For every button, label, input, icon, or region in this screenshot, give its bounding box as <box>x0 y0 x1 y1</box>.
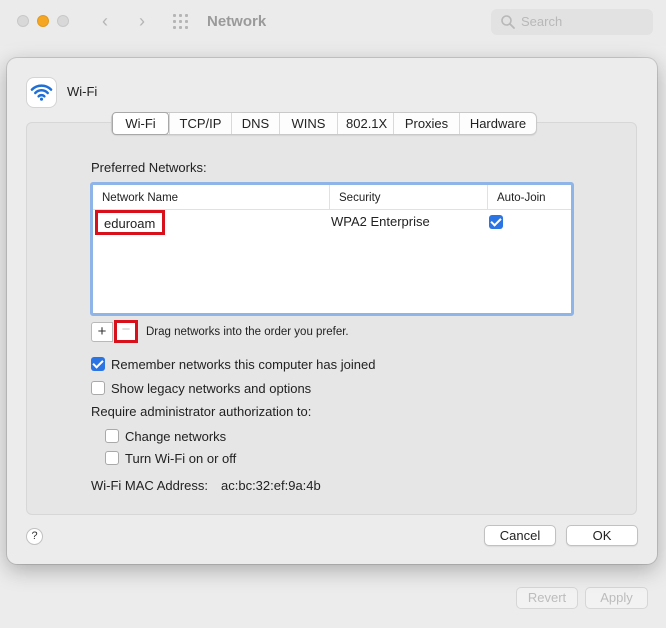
security-cell: WPA2 Enterprise <box>331 214 430 229</box>
close-window-button[interactable] <box>17 15 29 27</box>
column-header-network-name[interactable]: Network Name <box>93 185 329 210</box>
remove-network-button[interactable]: − <box>114 320 138 343</box>
search-icon <box>501 15 515 29</box>
show-legacy-networks-checkbox[interactable]: Show legacy networks and options <box>91 380 311 396</box>
column-header-auto-join[interactable]: Auto-Join <box>487 185 571 210</box>
help-button[interactable]: ? <box>26 528 43 545</box>
title-bar: ‹ › Network Search <box>0 0 666 46</box>
preferred-networks-table[interactable]: Network Name Security Auto-Join eduroam … <box>90 182 574 316</box>
window-title: Network <box>207 13 267 30</box>
add-network-button[interactable]: + <box>91 322 113 342</box>
remember-networks-label: Remember networks this computer has join… <box>111 356 376 372</box>
ok-button[interactable]: OK <box>566 525 638 546</box>
mac-address-label: Wi-Fi MAC Address: <box>91 478 209 493</box>
show-legacy-label: Show legacy networks and options <box>111 380 312 396</box>
tab-wins[interactable]: WINS <box>279 113 337 134</box>
table-row[interactable]: eduroam WPA2 Enterprise <box>93 210 571 235</box>
zoom-window-button[interactable] <box>57 15 69 27</box>
tab-bar: Wi-Fi TCP/IP DNS WINS 802.1X Proxies Har… <box>111 112 537 135</box>
add-remove-buttons: + − <box>91 320 138 343</box>
remember-networks-checkbox[interactable]: Remember networks this computer has join… <box>91 356 375 372</box>
mac-address-value: ac:bc:32:ef:9a:4b <box>221 478 321 493</box>
minimize-window-button[interactable] <box>37 15 49 27</box>
checkbox-box <box>91 381 105 395</box>
cancel-button[interactable]: Cancel <box>484 525 556 546</box>
preferred-networks-label: Preferred Networks: <box>91 160 207 175</box>
forward-arrow-icon[interactable]: › <box>132 10 152 32</box>
sheet-title: Wi-Fi <box>67 84 98 99</box>
drag-hint-text: Drag networks into the order you prefer. <box>146 326 349 338</box>
back-arrow-icon[interactable]: ‹ <box>95 10 115 32</box>
revert-button[interactable]: Revert <box>516 587 578 609</box>
tab-tcpip[interactable]: TCP/IP <box>169 113 231 134</box>
tab-wifi[interactable]: Wi-Fi <box>112 112 169 135</box>
checkmark-icon <box>489 215 503 229</box>
checkmark-icon <box>91 357 105 371</box>
turn-wifi-checkbox[interactable]: Turn Wi-Fi on or off <box>105 450 236 466</box>
show-all-grid-icon[interactable] <box>173 14 191 30</box>
search-placeholder: Search <box>521 14 563 29</box>
apply-button[interactable]: Apply <box>585 587 648 609</box>
checkbox-box <box>105 451 119 465</box>
tab-8021x[interactable]: 802.1X <box>337 113 393 134</box>
require-admin-label: Require administrator authorization to: <box>91 404 312 419</box>
tab-hardware[interactable]: Hardware <box>459 113 536 134</box>
change-networks-label: Change networks <box>125 428 227 444</box>
change-networks-checkbox[interactable]: Change networks <box>105 428 226 444</box>
search-input[interactable]: Search <box>491 9 653 35</box>
turn-wifi-label: Turn Wi-Fi on or off <box>125 450 237 466</box>
wifi-advanced-sheet: Wi-Fi Wi-Fi TCP/IP DNS WINS 802.1X Proxi… <box>7 58 657 564</box>
wifi-icon <box>27 78 56 107</box>
auto-join-checkbox[interactable] <box>489 215 503 232</box>
checkbox-box <box>105 429 119 443</box>
network-name-cell[interactable]: eduroam <box>95 210 165 235</box>
tab-proxies[interactable]: Proxies <box>393 113 459 134</box>
column-header-security[interactable]: Security <box>329 185 487 210</box>
tab-dns[interactable]: DNS <box>231 113 279 134</box>
